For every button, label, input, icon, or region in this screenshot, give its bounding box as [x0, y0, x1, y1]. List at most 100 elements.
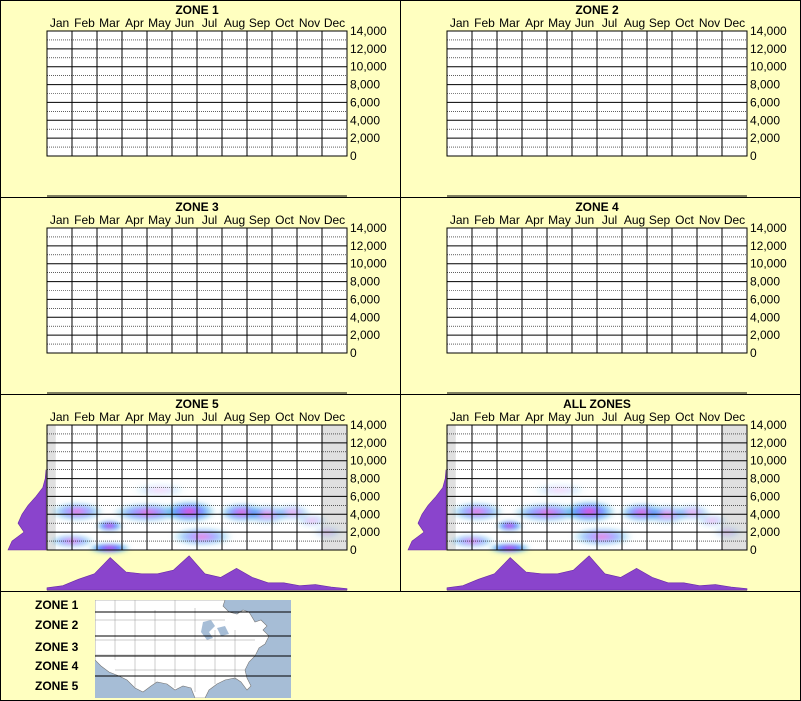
y-tick-label: 14,000: [750, 221, 787, 235]
month-tick-label: Feb: [474, 213, 495, 227]
heat-blob: [131, 483, 188, 498]
month-tick-label: Jan: [50, 16, 69, 30]
month-tick-label: Sep: [649, 213, 671, 227]
y-tick-label: 8,000: [750, 78, 780, 92]
y-tick-label: 4,000: [350, 507, 380, 521]
zone-chart-2: ZONE 2 Jan Feb Mar Apr May Jun Jul Aug Sep Oct Nov D…: [446, 3, 787, 197]
month-tick-label: Oct: [275, 213, 294, 227]
month-tick-label: Jan: [50, 410, 69, 424]
legend-zone-1: ZONE 1: [35, 598, 79, 612]
month-tick-label: Oct: [675, 213, 694, 227]
charts-svg: ZONE 1 Jan Feb Mar Apr May Jun Jul Aug Sep Oct Nov D…: [7, 3, 787, 591]
month-tick-label: Apr: [125, 16, 144, 30]
y-tick-label: 2,000: [750, 525, 780, 539]
y-tick-label: 10,000: [750, 257, 787, 271]
month-tick-label: Mar: [499, 410, 520, 424]
heat-blob: [87, 543, 132, 554]
month-tick-label: Aug: [624, 16, 645, 30]
y-tick-label: 4,000: [350, 310, 380, 324]
y-tick-label: 4,000: [750, 310, 780, 324]
y-tick-label: 14,000: [350, 418, 387, 432]
month-tick-label: Sep: [249, 410, 271, 424]
month-tick-label: Nov: [699, 16, 720, 30]
month-tick-label: May: [548, 410, 571, 424]
heat-blob: [531, 483, 588, 498]
legend-zone-3: ZONE 3: [35, 640, 79, 654]
heat-blob: [570, 526, 634, 547]
zone-chart-6: ALL ZONES Jan Feb Mar Apr May Jun Jul Aug Sep Oct N…: [407, 397, 787, 591]
month-tick-label: Sep: [649, 410, 671, 424]
month-tick-label: Nov: [699, 410, 720, 424]
month-tick-label: Jan: [450, 410, 469, 424]
month-tick-label: Jan: [450, 16, 469, 30]
y-tick-label: 12,000: [750, 42, 787, 56]
y-tick-label: 14,000: [750, 418, 787, 432]
month-tick-label: Oct: [675, 16, 694, 30]
heat-blob: [561, 500, 618, 524]
month-tick-label: Feb: [474, 16, 495, 30]
month-tick-label: Jun: [175, 410, 194, 424]
month-tick-label: Jan: [50, 213, 69, 227]
y-tick-label: 2,000: [350, 525, 380, 539]
y-tick-label: 2,000: [350, 131, 380, 145]
zone-chart-1: ZONE 1 Jan Feb Mar Apr May Jun Jul Aug Sep Oct Nov D…: [46, 3, 387, 197]
y-tick-label: 0: [350, 346, 357, 360]
y-tick-label: 6,000: [750, 489, 780, 503]
month-tick-label: Jul: [602, 16, 617, 30]
month-tick-label: Jun: [575, 213, 594, 227]
y-tick-label: 0: [350, 149, 357, 163]
month-tick-label: Mar: [99, 213, 120, 227]
legend-zone-2: ZONE 2: [35, 618, 79, 632]
month-tick-label: Dec: [724, 410, 745, 424]
month-tick-label: Jun: [575, 410, 594, 424]
elevation-profile: [407, 469, 447, 551]
y-tick-label: 2,000: [750, 328, 780, 342]
y-tick-label: 4,000: [350, 113, 380, 127]
month-tick-label: Jul: [202, 213, 217, 227]
y-tick-label: 8,000: [750, 275, 780, 289]
month-tick-label: May: [548, 16, 571, 30]
month-tick-label: Mar: [499, 16, 520, 30]
us-zone-map: [95, 600, 291, 698]
y-tick-label: 12,000: [350, 436, 387, 450]
y-tick-label: 8,000: [350, 472, 380, 486]
month-tick-label: Feb: [74, 213, 95, 227]
month-tick-label: Sep: [249, 16, 271, 30]
y-tick-label: 2,000: [750, 131, 780, 145]
month-tick-label: Jun: [175, 16, 194, 30]
month-tick-label: Aug: [624, 410, 645, 424]
y-tick-label: 0: [750, 149, 757, 163]
month-tick-label: Aug: [624, 213, 645, 227]
y-tick-label: 10,000: [350, 454, 387, 468]
month-tick-label: Dec: [324, 16, 345, 30]
zone-title: ZONE 1: [175, 3, 219, 17]
month-tick-label: Dec: [324, 213, 345, 227]
y-tick-label: 4,000: [750, 507, 780, 521]
month-tick-label: Jul: [202, 410, 217, 424]
month-tick-label: May: [548, 213, 571, 227]
y-tick-label: 10,000: [350, 257, 387, 271]
month-tick-label: Aug: [224, 410, 245, 424]
month-tick-label: Sep: [649, 16, 671, 30]
y-tick-label: 6,000: [350, 95, 380, 109]
chart-board: ZONE 1 Jan Feb Mar Apr May Jun Jul Aug Sep Oct Nov D…: [0, 0, 801, 701]
month-tick-label: Apr: [125, 213, 144, 227]
month-tick-label: May: [148, 16, 171, 30]
heat-blob: [487, 543, 532, 554]
y-tick-label: 14,000: [350, 221, 387, 235]
month-tick-label: Jul: [202, 16, 217, 30]
month-tick-label: Apr: [525, 410, 544, 424]
y-tick-label: 12,000: [350, 42, 387, 56]
zone-chart-3: ZONE 3 Jan Feb Mar Apr May Jun Jul Aug Sep Oct Nov D…: [46, 200, 387, 394]
month-tick-label: Mar: [499, 213, 520, 227]
y-tick-label: 4,000: [750, 113, 780, 127]
zone-title: ZONE 5: [175, 397, 219, 411]
month-tick-label: Aug: [224, 16, 245, 30]
heat-blob: [495, 520, 524, 532]
month-tick-label: Oct: [275, 410, 294, 424]
month-tick-label: Jun: [175, 213, 194, 227]
month-tick-label: May: [148, 213, 171, 227]
zone-title: ZONE 4: [575, 200, 619, 214]
y-tick-label: 0: [750, 346, 757, 360]
month-tick-label: Sep: [249, 213, 271, 227]
